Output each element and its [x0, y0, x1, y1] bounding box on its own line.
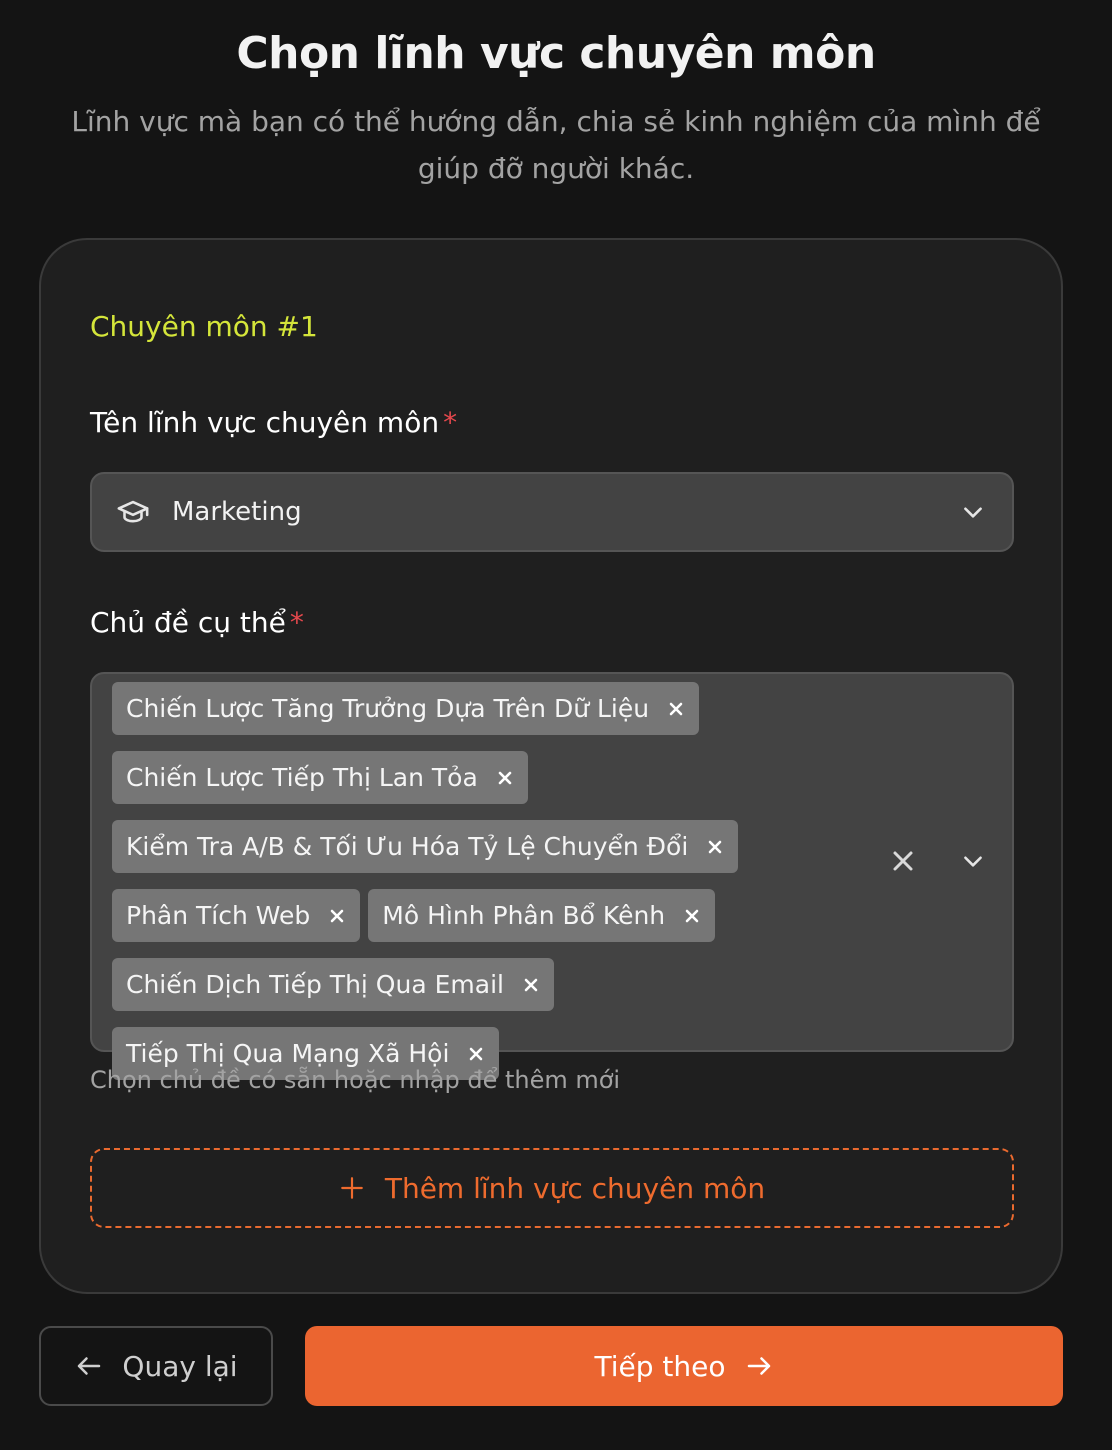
topics-hint: Chọn chủ đề có sẵn hoặc nhập để thêm mới [90, 1066, 621, 1094]
section-title: Chuyên môn #1 [90, 310, 318, 343]
arrow-right-icon [744, 1351, 774, 1381]
remove-tag-icon[interactable] [667, 700, 685, 718]
next-label: Tiếp theo [594, 1349, 726, 1383]
remove-tag-icon[interactable] [467, 1045, 485, 1063]
topic-tag-label: Chiến Lược Tăng Trưởng Dựa Trên Dữ Liệu [126, 694, 650, 723]
topics-label-text: Chủ đề cụ thể [90, 606, 286, 639]
multiselect-controls [888, 846, 988, 876]
field-name-label-text: Tên lĩnh vực chuyên môn [90, 406, 440, 439]
add-expertise-button[interactable]: Thêm lĩnh vực chuyên môn [90, 1148, 1014, 1228]
topic-tag: Kiểm Tra A/B & Tối Ưu Hóa Tỷ Lệ Chuyển Đ… [112, 820, 739, 873]
expertise-card: Chuyên môn #1 Tên lĩnh vực chuyên môn * M… [39, 238, 1063, 1294]
required-mark: * [443, 406, 458, 439]
next-button[interactable]: Tiếp theo [305, 1326, 1063, 1406]
topic-tag-label: Kiểm Tra A/B & Tối Ưu Hóa Tỷ Lệ Chuyển Đ… [126, 832, 689, 861]
topic-tag: Mô Hình Phân Bổ Kênh [368, 889, 716, 942]
topic-tag-label: Mô Hình Phân Bổ Kênh [382, 901, 666, 930]
field-name-label: Tên lĩnh vực chuyên môn * [90, 406, 457, 439]
arrow-left-icon [74, 1351, 104, 1381]
chevron-down-icon[interactable] [958, 497, 988, 527]
graduation-cap-icon [116, 495, 150, 529]
topic-tag: Phân Tích Web [112, 889, 361, 942]
expertise-page: Chọn lĩnh vực chuyên môn Lĩnh vực mà bạn… [0, 0, 1112, 1450]
back-label: Quay lại [122, 1349, 238, 1383]
topic-tag-label: Phân Tích Web [126, 901, 311, 930]
topic-tag-label: Tiếp Thị Qua Mạng Xã Hội [126, 1039, 450, 1068]
clear-all-icon[interactable] [888, 846, 918, 876]
remove-tag-icon[interactable] [496, 769, 514, 787]
expertise-field-select[interactable]: Marketing [90, 472, 1014, 552]
topics-label: Chủ đề cụ thể * [90, 606, 304, 639]
topic-tag-label: Chiến Lược Tiếp Thị Lan Tỏa [126, 763, 478, 792]
remove-tag-icon[interactable] [328, 907, 346, 925]
topic-tag: Chiến Lược Tiếp Thị Lan Tỏa [112, 751, 528, 804]
remove-tag-icon[interactable] [706, 838, 724, 856]
expertise-field-value: Marketing [172, 497, 302, 527]
page-subtitle: Lĩnh vực mà bạn có thể hướng dẫn, chia s… [71, 105, 1041, 185]
required-mark: * [289, 606, 304, 639]
chevron-down-icon[interactable] [958, 846, 988, 876]
topic-tag: Chiến Lược Tăng Trưởng Dựa Trên Dữ Liệu [112, 682, 700, 735]
back-button[interactable]: Quay lại [39, 1326, 273, 1406]
page-title: Chọn lĩnh vực chuyên môn [236, 28, 876, 79]
topic-tag: Chiến Dịch Tiếp Thị Qua Email [112, 958, 554, 1011]
remove-tag-icon[interactable] [522, 976, 540, 994]
topic-tag-label: Chiến Dịch Tiếp Thị Qua Email [126, 970, 504, 999]
topics-multiselect[interactable]: Chiến Lược Tăng Trưởng Dựa Trên Dữ Liệu … [90, 672, 1014, 1080]
remove-tag-icon[interactable] [683, 907, 701, 925]
add-expertise-label: Thêm lĩnh vực chuyên môn [384, 1171, 766, 1205]
plus-icon [339, 1175, 365, 1201]
